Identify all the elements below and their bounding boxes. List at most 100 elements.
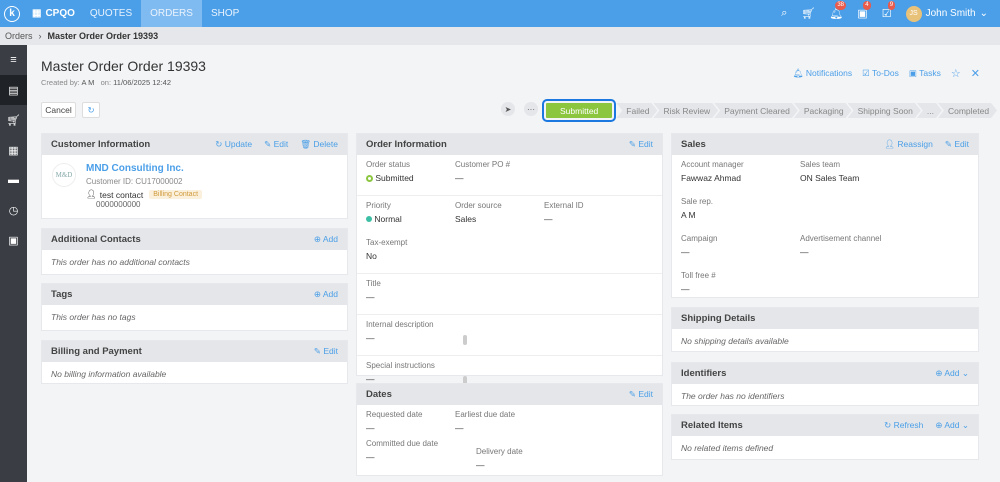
campaign: — <box>681 247 690 257</box>
reassign-label: Reassign <box>897 139 933 149</box>
calendar-icon[interactable]: ▣ <box>0 225 27 255</box>
cancel-button[interactable]: Cancel <box>41 102 76 118</box>
internal-description-label: Internal description <box>366 320 434 329</box>
order-status: Submitted <box>375 173 414 183</box>
nav-orders[interactable]: ORDERS <box>141 0 202 27</box>
todos-link[interactable]: ☑ To-Dos <box>862 68 899 79</box>
add-label: Add <box>322 289 338 299</box>
card-title: Identifiers <box>681 368 727 379</box>
cart-icon[interactable]: 🛒︎ <box>0 105 27 135</box>
tasks-badge: 9 <box>887 1 896 10</box>
toll-free: — <box>681 284 690 294</box>
stage-packaging[interactable]: Packaging <box>794 103 852 118</box>
app-logo-icon[interactable]: k <box>4 5 20 22</box>
breadcrumb-current: Master Order Order 19393 <box>47 31 159 41</box>
nav-quotes[interactable]: QUOTES <box>81 0 141 27</box>
customer-logo: M&D <box>52 163 76 187</box>
empty-message: No shipping details available <box>681 336 789 346</box>
breadcrumb-orders[interactable]: Orders <box>5 31 33 41</box>
stage-submitted[interactable]: Submitted <box>541 99 617 122</box>
user-menu[interactable]: JS John Smith ⌄ <box>905 5 988 22</box>
tax-exempt-label: Tax-exempt <box>366 238 408 247</box>
nav-shop[interactable]: SHOP <box>202 0 248 27</box>
requested-date: — <box>366 423 375 433</box>
send-icon[interactable]: ➤ <box>501 102 515 116</box>
contact-name[interactable]: test contact <box>100 190 143 200</box>
edit-label: Edit <box>638 139 653 149</box>
cart-icon[interactable]: 🛒︎ <box>801 7 815 20</box>
refresh-button[interactable]: ↻ Refresh <box>884 420 923 431</box>
delete-button[interactable]: 🗑︎ Delete <box>300 139 338 150</box>
notifications-badge: 38 <box>835 1 847 10</box>
edit-label: Edit <box>638 389 653 399</box>
stage-failed[interactable]: Failed <box>616 103 657 118</box>
requested-date-label: Requested date <box>366 410 423 419</box>
menu-icon[interactable]: ≡ <box>0 45 27 75</box>
clipboard-icon[interactable]: ▦ <box>0 135 27 165</box>
resize-handle[interactable] <box>463 335 467 345</box>
brand-menu[interactable]: ▦ CPQO <box>32 8 75 19</box>
created-on: 11/06/2025 12:42 <box>113 78 172 87</box>
created-by-label: Created by: <box>41 78 80 87</box>
add-button[interactable]: ⊕ Add <box>314 289 338 300</box>
close-icon[interactable]: ✕ <box>971 67 980 80</box>
card-title: Billing and Payment <box>51 346 142 357</box>
empty-message: The order has no identifiers <box>681 391 785 401</box>
stage-payment-cleared[interactable]: Payment Cleared <box>714 103 798 118</box>
empty-message: This order has no additional contacts <box>51 257 190 267</box>
add-label: Add <box>322 234 338 244</box>
todos-badge: 4 <box>863 1 871 10</box>
bell-icon[interactable]: 🔔︎ 38 <box>829 1 847 20</box>
edit-button[interactable]: ✎ Edit <box>629 389 653 400</box>
stage-completed[interactable]: Completed <box>938 103 997 118</box>
contact-phone: 0000000000 <box>96 200 141 209</box>
notifications-link[interactable]: 🔔︎ Notifications <box>793 68 852 79</box>
todo-icon[interactable]: ▣ 4 <box>857 1 871 20</box>
sales-rep-label: Sale rep. <box>681 197 714 206</box>
account-manager-label: Account manager <box>681 160 744 169</box>
order-status-label: Order status <box>366 160 411 169</box>
add-button[interactable]: ⊕ Add <box>314 234 338 245</box>
sales-card: Sales 👤︎ Reassign ✎ Edit Account manager Fa… <box>671 133 979 298</box>
stage-risk-review[interactable]: Risk Review <box>653 103 718 118</box>
empty-message: This order has no tags <box>51 312 136 322</box>
card-title: Additional Contacts <box>51 234 141 245</box>
delete-label: Delete <box>313 139 338 149</box>
tasks-icon[interactable]: ☑ 9 <box>882 1 896 20</box>
edit-button[interactable]: ✎ Edit <box>314 346 338 357</box>
sales-team-label: Sales team <box>800 160 841 169</box>
reassign-button[interactable]: 👤︎ Reassign <box>884 139 933 150</box>
order-source: Sales <box>455 214 477 224</box>
document-icon[interactable]: ▤ <box>0 75 27 105</box>
order-source-label: Order source <box>455 201 502 210</box>
special-instructions-label: Special instructions <box>366 361 435 370</box>
clock-icon[interactable]: ◷ <box>0 195 27 225</box>
chat-icon[interactable]: ▬ <box>0 165 27 195</box>
search-icon[interactable]: ⌕ <box>781 7 787 20</box>
sidebar: ≡ ▤ 🛒︎ ▦ ▬ ◷ ▣ <box>0 45 27 482</box>
add-dropdown[interactable]: ⊕ Add ⌄ <box>935 368 969 379</box>
refresh-button[interactable]: ↻ <box>82 102 100 118</box>
customer-name-link[interactable]: MND Consulting Inc. <box>86 163 202 174</box>
grid-icon: ▦ <box>32 8 42 19</box>
more-button[interactable]: ··· <box>524 102 538 116</box>
card-title: Sales <box>681 139 706 150</box>
add-dropdown[interactable]: ⊕ Add ⌄ <box>935 420 969 431</box>
sales-rep: A M <box>681 210 696 220</box>
created-meta: Created by: A M on: 11/06/2025 12:42 <box>41 78 171 87</box>
tags-card: Tags ⊕ Add This order has no tags <box>41 283 348 331</box>
add-label: Add <box>944 368 960 378</box>
edit-button[interactable]: ✎ Edit <box>264 139 288 150</box>
update-button[interactable]: ↻ Update <box>215 139 252 150</box>
committed-due-date: — <box>366 452 375 462</box>
edit-button[interactable]: ✎ Edit <box>629 139 653 150</box>
empty-message: No billing information available <box>51 369 167 379</box>
add-label: Add <box>944 420 960 430</box>
customer-id-label: Customer ID: <box>86 177 134 186</box>
customer-card: Customer Information ↻ Update ✎ Edit 🗑︎ Del… <box>41 133 348 219</box>
tasks-link[interactable]: ▣ Tasks <box>909 68 941 79</box>
card-title: Order Information <box>366 139 447 150</box>
star-icon[interactable]: ☆ <box>951 67 961 80</box>
stage-shipping-soon[interactable]: Shipping Soon <box>848 103 921 118</box>
edit-button[interactable]: ✎ Edit <box>945 139 969 150</box>
